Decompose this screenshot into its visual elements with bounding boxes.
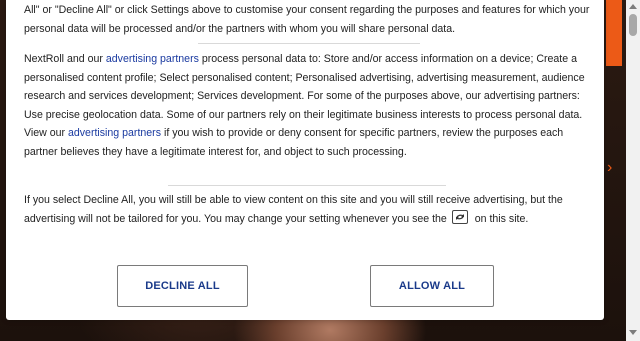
allow-all-button[interactable]: ALLOW ALL [370,265,494,307]
decline-info-part2: on this site. [474,212,529,225]
consent-decline-info-text: If you select Decline All, you will stil… [24,191,590,228]
advertising-partners-link[interactable]: advertising partners [106,53,199,65]
scroll-down-arrow-icon[interactable] [629,330,637,335]
consent-dialog: All" or "Decline All" or click Settings … [6,0,604,320]
divider [168,185,446,186]
vendors-text-part1: NextRoll and our [24,53,106,65]
divider [198,43,420,44]
advertising-partners-link-2[interactable]: advertising partners [68,127,161,139]
chevron-right-icon[interactable]: › [607,160,612,176]
consent-intro-text: All" or "Decline All" or click Settings … [24,4,590,35]
scrollbar-thumb[interactable] [629,14,637,36]
consent-vendors-text: NextRoll and our advertising partners pr… [24,50,590,162]
scroll-up-arrow-icon[interactable] [629,4,637,9]
orange-header-button[interactable] [606,0,622,66]
page-scrollbar[interactable] [626,0,640,341]
decline-all-button[interactable]: DECLINE ALL [117,265,248,307]
cookie-settings-icon[interactable] [451,209,468,224]
